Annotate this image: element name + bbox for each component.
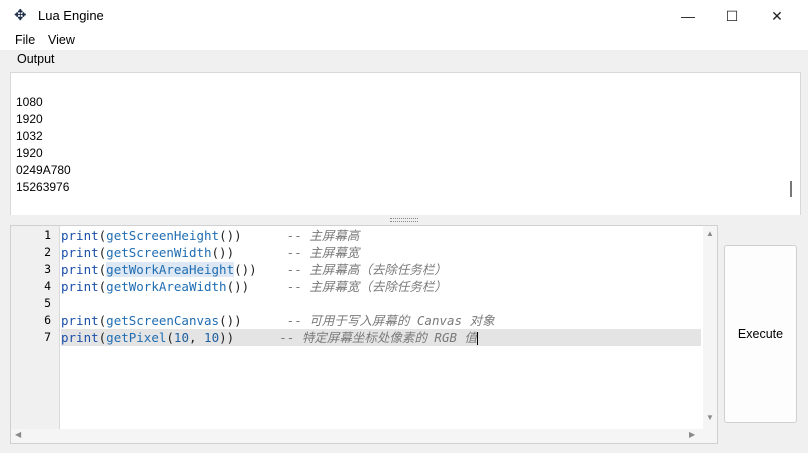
line-number: 7 bbox=[44, 330, 51, 344]
code-line[interactable]: print(getWorkAreaHeight()) -- 主屏幕高（去除任务栏… bbox=[61, 261, 701, 278]
output-line: 15263976 bbox=[16, 180, 70, 194]
line-number: 2 bbox=[44, 245, 51, 259]
code-line-active[interactable]: print(getPixel(10, 10)) -- 特定屏幕坐标处像素的 RG… bbox=[61, 329, 701, 346]
minimize-button[interactable]: — bbox=[665, 0, 711, 32]
output-panel[interactable]: 1080 1920 1032 1920 0249A780 15263976 bbox=[10, 72, 801, 215]
code-line[interactable]: print(getScreenWidth()) -- 主屏幕宽 bbox=[61, 244, 701, 261]
code-function: getWorkAreaWidth bbox=[106, 279, 227, 294]
scroll-up-icon[interactable]: ▲ bbox=[705, 229, 715, 238]
code-area[interactable]: print(getScreenHeight()) -- 主屏幕高 print(g… bbox=[61, 226, 701, 429]
execute-button-label: Execute bbox=[737, 327, 784, 341]
scroll-left-icon[interactable]: ◀ bbox=[15, 430, 21, 439]
code-function: getWorkAreaHeight bbox=[106, 262, 235, 277]
output-label: Output bbox=[17, 52, 55, 66]
output-line: 1920 bbox=[16, 146, 43, 160]
output-lines: 1080 1920 1032 1920 0249A780 15263976 bbox=[16, 94, 71, 196]
output-line: 0249A780 bbox=[16, 163, 71, 177]
code-comment: -- 主屏幕宽 bbox=[286, 245, 360, 260]
code-comment: -- 主屏幕宽（去除任务栏） bbox=[286, 279, 447, 294]
line-number-gutter: 1 2 3 4 5 6 7 bbox=[11, 226, 60, 429]
output-scrollbar-thumb[interactable] bbox=[790, 181, 792, 197]
menu-view[interactable]: View bbox=[48, 33, 75, 47]
code-function: getPixel bbox=[106, 330, 167, 345]
editor-horizontal-scrollbar[interactable]: ◀ ▶ bbox=[11, 429, 717, 443]
line-number: 6 bbox=[44, 313, 51, 327]
scroll-down-icon[interactable]: ▼ bbox=[705, 413, 715, 422]
code-function: getScreenWidth bbox=[106, 245, 212, 260]
maximize-button[interactable]: ☐ bbox=[709, 0, 755, 32]
code-comment: -- 主屏幕高（去除任务栏） bbox=[286, 262, 447, 277]
close-button[interactable]: ✕ bbox=[754, 0, 800, 32]
code-line[interactable]: print(getWorkAreaWidth()) -- 主屏幕宽（去除任务栏） bbox=[61, 278, 701, 295]
scroll-right-icon[interactable]: ▶ bbox=[689, 430, 695, 439]
output-line: 1032 bbox=[16, 129, 43, 143]
window-title: Lua Engine bbox=[38, 8, 104, 23]
code-line[interactable]: print(getScreenHeight()) -- 主屏幕高 bbox=[61, 227, 701, 244]
app-icon: ✥ bbox=[14, 7, 27, 24]
code-function: getScreenHeight bbox=[106, 228, 220, 243]
line-number: 5 bbox=[44, 296, 51, 310]
code-keyword: print bbox=[61, 228, 99, 243]
code-comment: -- 主屏幕高 bbox=[286, 228, 360, 243]
code-keyword: print bbox=[61, 279, 99, 294]
code-comment: -- 可用于写入屏幕的 Canvas 对象 bbox=[286, 313, 495, 328]
code-line[interactable]: print(getScreenCanvas()) -- 可用于写入屏幕的 Can… bbox=[61, 312, 701, 329]
line-number: 1 bbox=[44, 228, 51, 242]
text-caret bbox=[477, 332, 479, 345]
code-keyword: print bbox=[61, 262, 99, 277]
title-bar: ✥ Lua Engine — ☐ ✕ bbox=[0, 0, 808, 32]
line-number: 3 bbox=[44, 262, 51, 276]
splitter-grip-icon bbox=[390, 218, 418, 222]
code-comment: -- 特定屏幕坐标处像素的 RGB 值 bbox=[279, 330, 478, 345]
code-number: 10 bbox=[173, 330, 189, 345]
code-editor[interactable]: 1 2 3 4 5 6 7 print(getScreenHeight()) -… bbox=[10, 225, 718, 444]
code-keyword: print bbox=[61, 330, 99, 345]
code-line-empty[interactable] bbox=[61, 295, 701, 312]
output-line: 1920 bbox=[16, 112, 43, 126]
code-keyword: print bbox=[61, 313, 99, 328]
menu-file[interactable]: File bbox=[15, 33, 35, 47]
line-number: 4 bbox=[44, 279, 51, 293]
code-keyword: print bbox=[61, 245, 99, 260]
execute-button[interactable]: Execute bbox=[724, 245, 797, 423]
editor-vertical-scrollbar[interactable]: ▲ ▼ bbox=[703, 226, 717, 429]
menu-bar: File View bbox=[0, 32, 808, 50]
code-function: getScreenCanvas bbox=[106, 313, 220, 328]
output-line: 1080 bbox=[16, 95, 43, 109]
panel-splitter[interactable] bbox=[8, 214, 799, 224]
code-number: 10 bbox=[204, 330, 220, 345]
